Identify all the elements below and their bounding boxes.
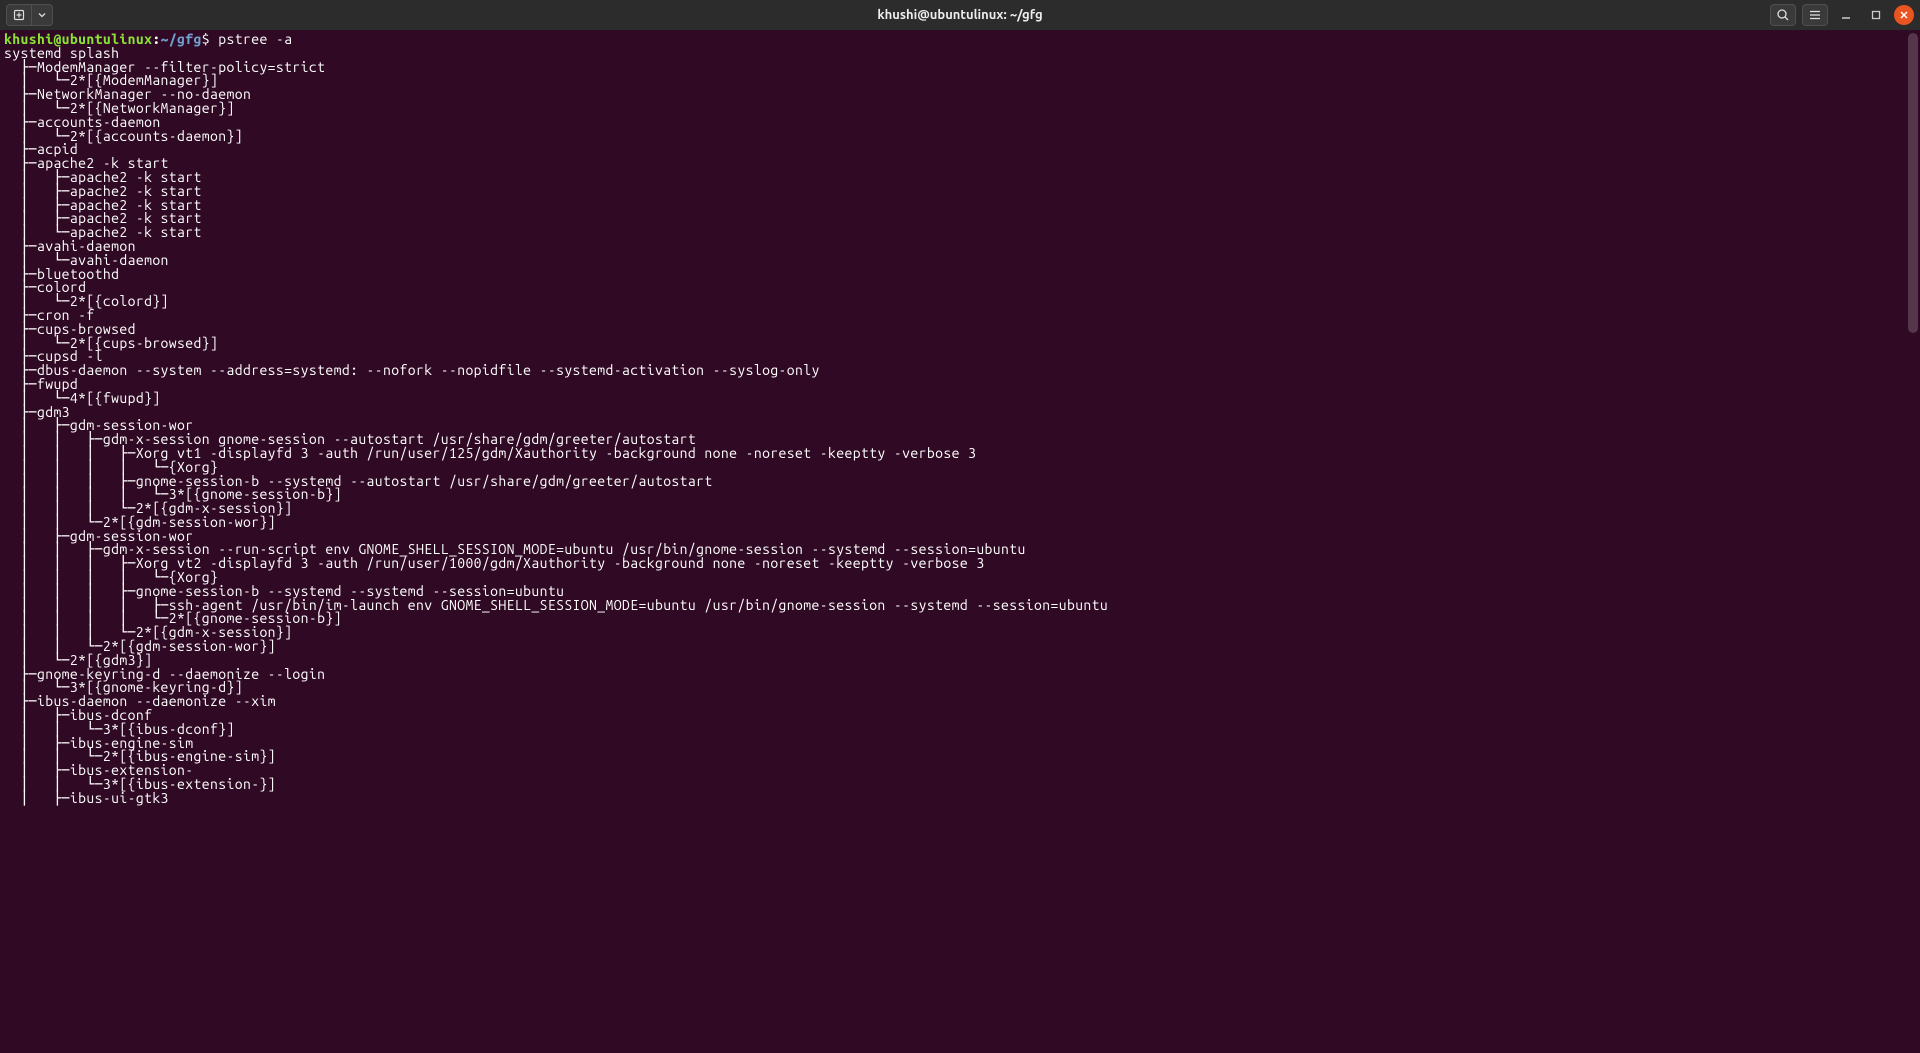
window-title: khushi@ubuntulinux: ~/gfg <box>877 9 1042 22</box>
new-tab-button[interactable] <box>6 4 31 26</box>
search-button[interactable] <box>1770 4 1796 26</box>
tab-dropdown-button[interactable] <box>31 4 53 26</box>
window-titlebar: khushi@ubuntulinux: ~/gfg <box>0 0 1920 30</box>
terminal-content[interactable]: khushi@ubuntulinux:~/gfg$ pstree -a syst… <box>0 30 1920 809</box>
scrollbar-thumb[interactable] <box>1908 33 1918 333</box>
titlebar-left-controls <box>6 4 53 26</box>
maximize-button[interactable] <box>1864 4 1888 26</box>
pstree-output: systemd splash ├─ModemManager --filter-p… <box>4 47 1916 806</box>
prompt-symbol: $ <box>202 31 210 47</box>
prompt-colon: : <box>152 31 160 47</box>
titlebar-right-controls <box>1770 4 1914 26</box>
prompt-command: pstree -a <box>210 31 292 47</box>
close-button[interactable] <box>1894 5 1914 25</box>
minimize-button[interactable] <box>1834 4 1858 26</box>
prompt-path: ~/gfg <box>161 31 202 47</box>
menu-button[interactable] <box>1802 4 1828 26</box>
